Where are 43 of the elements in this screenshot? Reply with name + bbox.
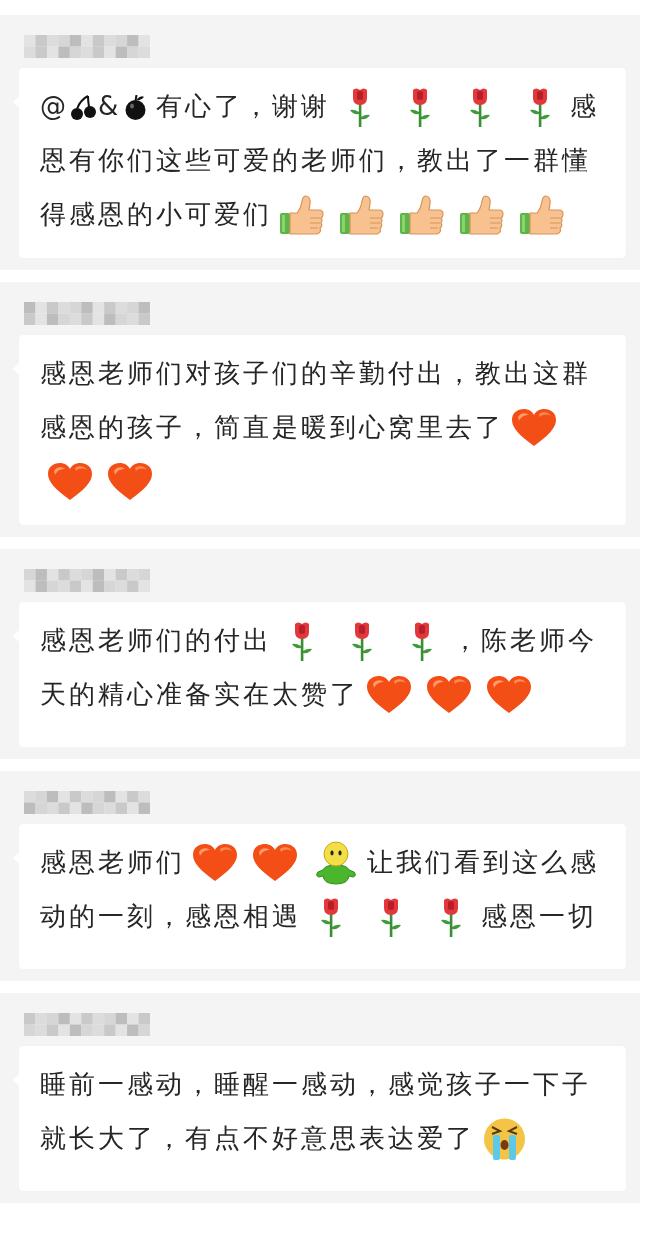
rose-icon <box>409 87 432 127</box>
rose-icon <box>411 621 433 661</box>
message-text: 感恩老师们 <box>40 847 185 879</box>
cherry-icon <box>70 94 96 120</box>
message-text: 感恩的孩子，简直是暖到心窝里去了 <box>40 412 504 444</box>
message-text: 天的精心准备实在太赞了 <box>40 679 359 711</box>
rose-icon <box>351 621 373 661</box>
heart-icon <box>427 676 471 714</box>
heart-icon <box>193 844 237 882</box>
message-text: 感 <box>570 91 600 123</box>
thumbs-up-icon <box>520 195 564 235</box>
heart-icon <box>253 844 297 882</box>
message-text: 感恩一切 <box>481 901 597 933</box>
message-text: 恩有你们这些可爱的老师们，教出了一群懂 <box>40 145 591 177</box>
message-text: 睡前一感动，睡醒一感动，感觉孩子一下子 <box>40 1069 591 1101</box>
crying-face-icon <box>483 1118 526 1160</box>
thumbs-up-icon <box>280 195 324 235</box>
rose-icon <box>469 87 492 127</box>
message-text: 得感恩的小可爱们 <box>40 199 272 231</box>
rose-icon <box>380 897 402 937</box>
message-text: 就长大了，有点不好意思表达爱了 <box>40 1123 475 1155</box>
message-text: 感恩老师们的付出 <box>40 625 272 657</box>
message-text: @ <box>40 91 69 123</box>
heart-icon <box>512 409 556 447</box>
smiley-figure-icon <box>315 841 357 885</box>
rose-icon <box>349 87 372 127</box>
heart-icon <box>108 463 152 501</box>
message-text: 有心了，谢谢 <box>156 91 331 123</box>
rose-icon <box>291 621 313 661</box>
message-text: ，陈老师今 <box>452 625 597 657</box>
rose-icon <box>440 897 462 937</box>
message-text: 动的一刻，感恩相遇 <box>40 901 301 933</box>
thumbs-up-icon <box>460 195 504 235</box>
heart-icon <box>48 463 92 501</box>
message-text: 感恩老师们对孩子们的辛勤付出，教出这群 <box>40 358 591 390</box>
heart-icon <box>487 676 531 714</box>
heart-icon <box>367 676 411 714</box>
message-text: & <box>98 91 122 123</box>
rose-icon <box>529 87 552 127</box>
rose-icon <box>320 897 342 937</box>
thumbs-up-icon <box>340 195 384 235</box>
thumbs-up-icon <box>400 195 444 235</box>
message-text: 让我们看到这么感 <box>367 847 599 879</box>
